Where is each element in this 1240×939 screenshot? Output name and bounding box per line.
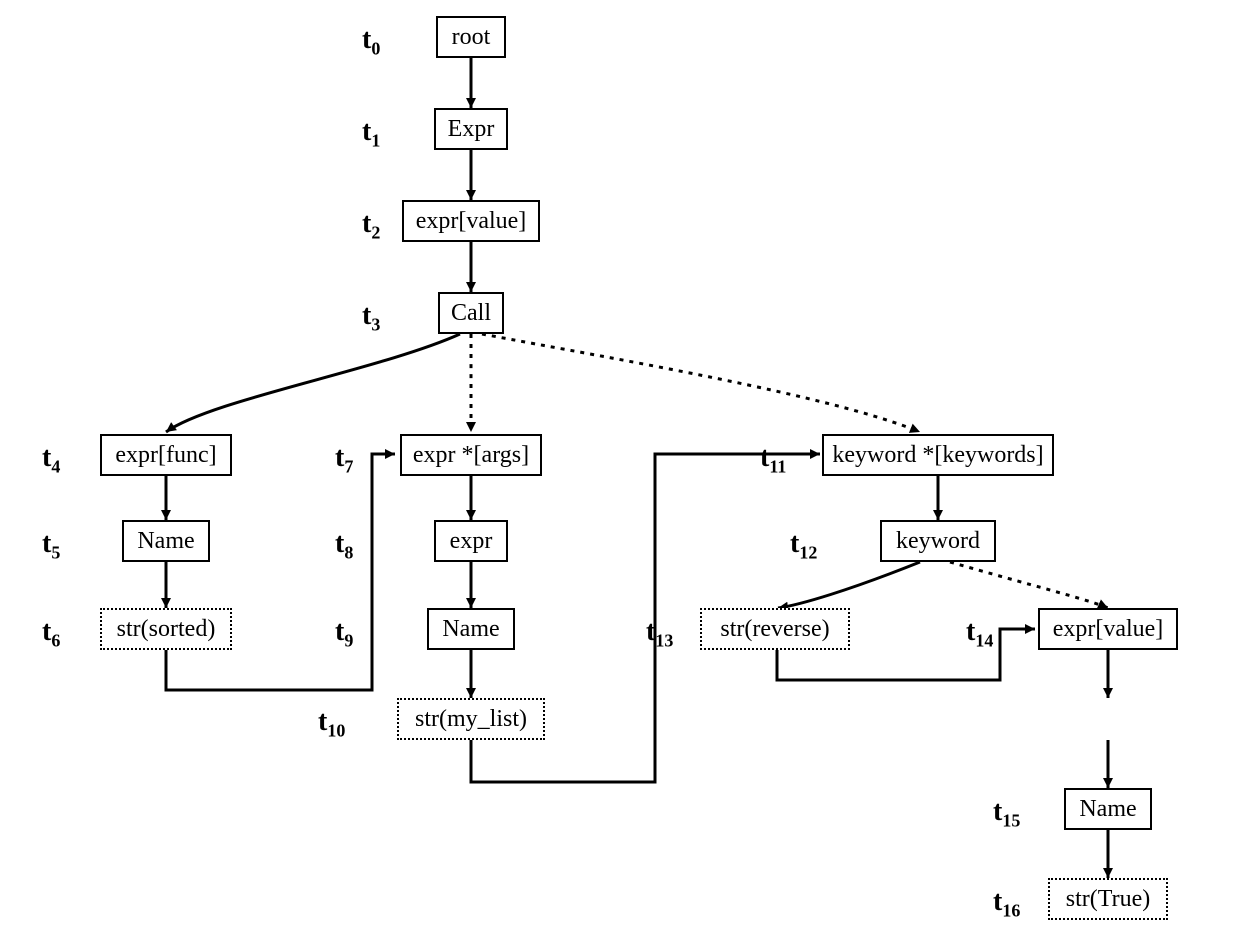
step-label-t6: t6 bbox=[42, 616, 60, 652]
node-name-right: Name bbox=[1064, 788, 1152, 830]
node-expr-value-top: expr[value] bbox=[402, 200, 540, 242]
node-label: Name bbox=[137, 528, 194, 555]
node-str-reverse: str(reverse) bbox=[700, 608, 850, 650]
node-name-mid: Name bbox=[427, 608, 515, 650]
node-label: expr[func] bbox=[115, 442, 216, 469]
step-label-t2: t2 bbox=[362, 208, 380, 244]
node-str-sorted: str(sorted) bbox=[100, 608, 232, 650]
node-expr-value-right: expr[value] bbox=[1038, 608, 1178, 650]
node-call: Call bbox=[438, 292, 504, 334]
node-expr-cap: Expr bbox=[434, 108, 508, 150]
node-root: root bbox=[436, 16, 506, 58]
node-keyword: keyword bbox=[880, 520, 996, 562]
step-label-t7: t7 bbox=[335, 442, 353, 478]
node-label: expr[value] bbox=[1053, 616, 1164, 643]
step-label-t15: t15 bbox=[993, 796, 1020, 832]
step-label-t4: t4 bbox=[42, 442, 60, 478]
node-label: expr[value] bbox=[416, 208, 527, 235]
step-label-t12: t12 bbox=[790, 528, 817, 564]
node-label: str(True) bbox=[1066, 886, 1150, 913]
node-label: keyword bbox=[896, 528, 980, 555]
step-label-t11: t11 bbox=[760, 442, 786, 478]
node-expr-func: expr[func] bbox=[100, 434, 232, 476]
step-label-t3: t3 bbox=[362, 300, 380, 336]
node-label: Expr bbox=[448, 116, 495, 143]
node-label: Name bbox=[442, 616, 499, 643]
node-label: str(my_list) bbox=[415, 706, 527, 733]
node-label: expr bbox=[450, 528, 493, 555]
step-label-t14: t14 bbox=[966, 616, 993, 652]
step-label-t5: t5 bbox=[42, 528, 60, 564]
node-expr-args: expr *[args] bbox=[400, 434, 542, 476]
node-label: keyword *[keywords] bbox=[832, 442, 1043, 469]
node-keyword-star: keyword *[keywords] bbox=[822, 434, 1054, 476]
node-str-mylist: str(my_list) bbox=[397, 698, 545, 740]
step-label-t1: t1 bbox=[362, 116, 380, 152]
node-str-true: str(True) bbox=[1048, 878, 1168, 920]
step-label-t0: t0 bbox=[362, 24, 380, 60]
step-label-t16: t16 bbox=[993, 886, 1020, 922]
node-label: Name bbox=[1079, 796, 1136, 823]
node-label: str(sorted) bbox=[117, 616, 216, 643]
node-label: expr *[args] bbox=[413, 442, 529, 469]
step-label-t10: t10 bbox=[318, 706, 345, 742]
step-label-t8: t8 bbox=[335, 528, 353, 564]
step-label-t13: t13 bbox=[646, 616, 673, 652]
diagram-stage: t0 t1 t2 t3 t4 t5 t6 t7 t8 t9 t10 t11 t1… bbox=[0, 0, 1240, 939]
node-expr-mid: expr bbox=[434, 520, 508, 562]
node-name-left: Name bbox=[122, 520, 210, 562]
node-label: root bbox=[452, 24, 491, 51]
node-label: Call bbox=[451, 300, 491, 327]
node-label: str(reverse) bbox=[720, 616, 829, 643]
step-label-t9: t9 bbox=[335, 616, 353, 652]
